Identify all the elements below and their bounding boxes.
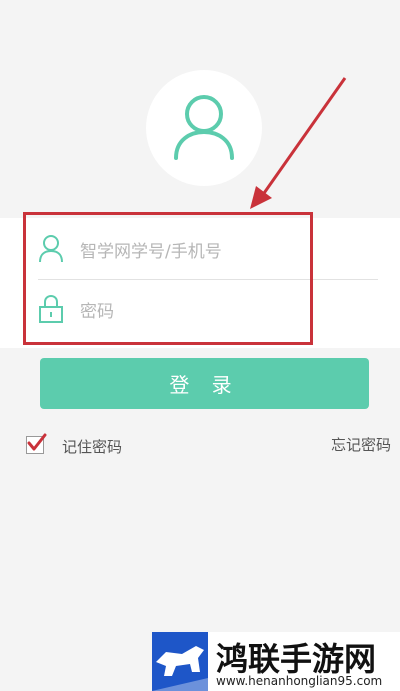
username-input[interactable] [78, 234, 362, 270]
user-icon [39, 235, 63, 263]
watermark-logo [152, 632, 208, 691]
password-input[interactable] [78, 294, 362, 330]
forgot-password-link[interactable]: 忘记密码 [331, 434, 391, 455]
user-avatar-icon [174, 95, 234, 160]
lock-icon [39, 294, 63, 323]
remember-password-checkbox[interactable] [26, 433, 47, 454]
login-button[interactable]: 登 录 [40, 358, 369, 409]
watermark-domain: www.henanhonglian95.com [216, 674, 383, 688]
checkmark-icon [27, 433, 47, 451]
bull-logo-icon [152, 646, 208, 691]
login-form [0, 218, 400, 348]
password-field [0, 280, 400, 340]
remember-password-label: 记住密码 [62, 438, 123, 456]
username-field [0, 218, 400, 278]
avatar [146, 70, 262, 186]
watermark: 鸿联手游网 www.henanhonglian95.com [152, 632, 400, 691]
